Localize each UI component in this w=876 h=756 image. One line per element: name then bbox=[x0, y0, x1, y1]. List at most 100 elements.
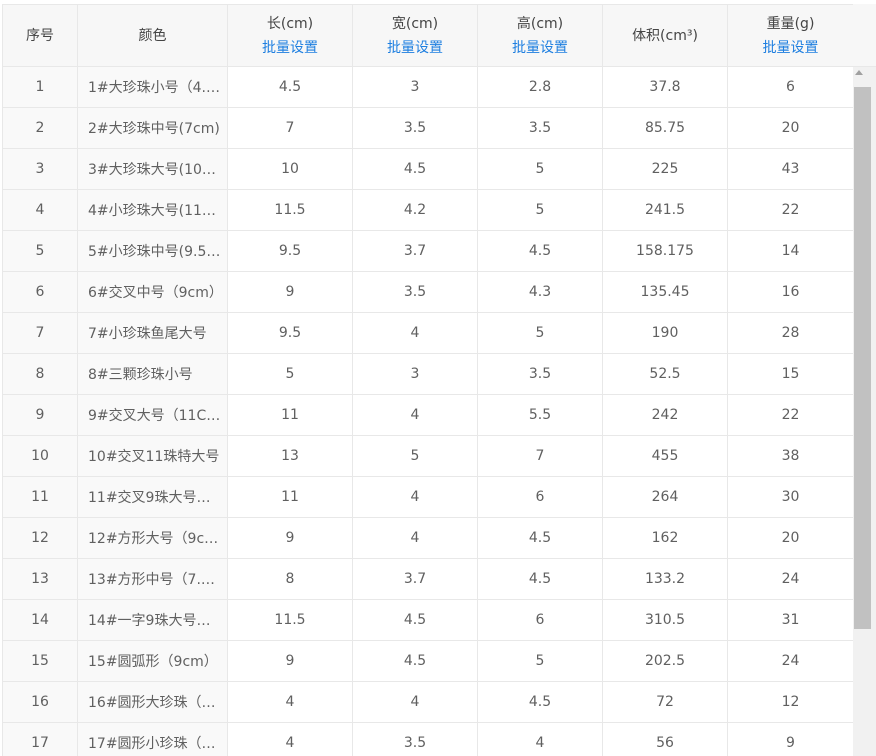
table-row: 1717#圆形小珍珠（4cm）43.54569 bbox=[2, 722, 854, 756]
header-height-label: 高(cm) bbox=[516, 15, 564, 32]
cell-length: 4.5 bbox=[227, 66, 353, 108]
cell-width: 4.2 bbox=[352, 189, 478, 231]
cell-length: 9 bbox=[227, 517, 353, 559]
cell-weight: 38 bbox=[727, 435, 854, 477]
table-row: 11#大珍珠小号（4.5cm）4.532.837.86 bbox=[2, 66, 854, 108]
cell-color: 8#三颗珍珠小号 bbox=[77, 353, 228, 395]
header-length: 长(cm) 批量设置 bbox=[227, 4, 353, 67]
cell-volume: 225 bbox=[602, 148, 728, 190]
cell-index: 9 bbox=[2, 394, 78, 436]
cell-weight: 22 bbox=[727, 394, 854, 436]
cell-height: 5 bbox=[477, 148, 603, 190]
cell-width: 3.7 bbox=[352, 230, 478, 272]
cell-index: 13 bbox=[2, 558, 78, 600]
cell-color: 9#交叉大号（11Cm） bbox=[77, 394, 228, 436]
cell-volume: 37.8 bbox=[602, 66, 728, 108]
cell-weight: 28 bbox=[727, 312, 854, 354]
cell-weight: 20 bbox=[727, 517, 854, 559]
cell-width: 4.5 bbox=[352, 148, 478, 190]
table-row: 7 7#小珍珠鱼尾大号 9.5 4 5 190 28 bbox=[2, 312, 854, 354]
length-batch-set-link[interactable]: 批量设置 bbox=[229, 36, 352, 60]
cell-height: 5.5 bbox=[477, 394, 603, 436]
header-index-label: 序号 bbox=[26, 27, 54, 44]
cell-width: 4.5 bbox=[352, 599, 478, 641]
scrollbar-header-corner bbox=[853, 4, 876, 67]
cell-color: 10#交叉11珠特大号 bbox=[77, 435, 228, 477]
cell-volume: 242 bbox=[602, 394, 728, 436]
cell-volume: 158.175 bbox=[602, 230, 728, 272]
cell-length: 11 bbox=[227, 476, 353, 518]
table-row: 1616#圆形大珍珠（4cm）444.57212 bbox=[2, 681, 854, 723]
table-row: 6 6#交叉中号（9cm） 9 3.5 4.3 135.45 16 bbox=[2, 271, 854, 313]
cell-weight: 12 bbox=[727, 681, 854, 723]
cell-color: 16#圆形大珍珠（4cm） bbox=[77, 681, 228, 723]
cell-height: 5 bbox=[477, 189, 603, 231]
cell-color: 1#大珍珠小号（4.5cm） bbox=[77, 66, 228, 108]
cell-height: 4.5 bbox=[477, 517, 603, 559]
cell-width: 4 bbox=[352, 312, 478, 354]
cell-index: 1 bbox=[2, 66, 78, 108]
cell-color: 3#大珍珠大号(10cm) bbox=[77, 148, 228, 190]
cell-height: 4.5 bbox=[477, 558, 603, 600]
table-row: 2 2#大珍珠中号(7cm) 7 3.5 3.5 85.75 20 bbox=[2, 107, 854, 149]
cell-color: 7#小珍珠鱼尾大号 bbox=[77, 312, 228, 354]
cell-height: 4.3 bbox=[477, 271, 603, 313]
table-row: 15 15#圆弧形（9cm） 9 4.5 5 202.5 24 bbox=[2, 640, 854, 682]
cell-volume: 56 bbox=[602, 722, 728, 756]
cell-index: 8 bbox=[2, 353, 78, 395]
scrollbar-thumb[interactable] bbox=[854, 87, 871, 629]
cell-color: 13#方形中号（7.5cm） bbox=[77, 558, 228, 600]
table-header-row: 序号 颜色 长(cm) 批量设置 宽(cm) 批量设置 高(cm) 批量设置 体… bbox=[2, 4, 854, 67]
weight-batch-set-link[interactable]: 批量设置 bbox=[729, 36, 853, 60]
header-color-label: 颜色 bbox=[138, 27, 167, 44]
cell-index: 3 bbox=[2, 148, 78, 190]
header-weight-label: 重量(g) bbox=[766, 15, 815, 32]
cell-weight: 22 bbox=[727, 189, 854, 231]
cell-weight: 31 bbox=[727, 599, 854, 641]
cell-weight: 15 bbox=[727, 353, 854, 395]
header-width: 宽(cm) 批量设置 bbox=[352, 4, 478, 67]
cell-width: 4.5 bbox=[352, 640, 478, 682]
cell-volume: 135.45 bbox=[602, 271, 728, 313]
cell-volume: 264 bbox=[602, 476, 728, 518]
cell-color: 5#小珍珠中号(9.5cm) bbox=[77, 230, 228, 272]
cell-weight: 43 bbox=[727, 148, 854, 190]
cell-length: 10 bbox=[227, 148, 353, 190]
cell-volume: 455 bbox=[602, 435, 728, 477]
cell-weight: 24 bbox=[727, 640, 854, 682]
cell-color: 4#小珍珠大号(11cm) bbox=[77, 189, 228, 231]
header-width-label: 宽(cm) bbox=[391, 15, 439, 32]
scroll-up-arrow-icon[interactable] bbox=[855, 70, 863, 75]
cell-index: 10 bbox=[2, 435, 78, 477]
cell-width: 3.7 bbox=[352, 558, 478, 600]
cell-color: 2#大珍珠中号(7cm) bbox=[77, 107, 228, 149]
cell-length: 11 bbox=[227, 394, 353, 436]
cell-length: 7 bbox=[227, 107, 353, 149]
cell-width: 4 bbox=[352, 476, 478, 518]
cell-height: 5 bbox=[477, 312, 603, 354]
cell-height: 7 bbox=[477, 435, 603, 477]
table-body: 11#大珍珠小号（4.5cm）4.532.837.8622#大珍珠中号(7cm)… bbox=[2, 66, 854, 756]
cell-length: 9 bbox=[227, 640, 353, 682]
cell-height: 4 bbox=[477, 722, 603, 756]
cell-weight: 24 bbox=[727, 558, 854, 600]
width-batch-set-link[interactable]: 批量设置 bbox=[354, 36, 477, 60]
cell-index: 4 bbox=[2, 189, 78, 231]
table-row: 1313#方形中号（7.5cm）83.74.5133.224 bbox=[2, 558, 854, 600]
cell-length: 9.5 bbox=[227, 312, 353, 354]
cell-weight: 9 bbox=[727, 722, 854, 756]
cell-index: 2 bbox=[2, 107, 78, 149]
table-row: 1414#一字9珠大号（11cm）11.54.56310.531 bbox=[2, 599, 854, 641]
cell-width: 4 bbox=[352, 394, 478, 436]
height-batch-set-link[interactable]: 批量设置 bbox=[479, 36, 602, 60]
cell-volume: 85.75 bbox=[602, 107, 728, 149]
cell-length: 8 bbox=[227, 558, 353, 600]
table-row: 10 10#交叉11珠特大号 13 5 7 455 38 bbox=[2, 435, 854, 477]
cell-width: 3.5 bbox=[352, 107, 478, 149]
header-length-label: 长(cm) bbox=[266, 15, 314, 32]
table-row: 12 12#方形大号（9cm） 9 4 4.5 162 20 bbox=[2, 517, 854, 559]
cell-weight: 20 bbox=[727, 107, 854, 149]
cell-index: 7 bbox=[2, 312, 78, 354]
cell-height: 4.5 bbox=[477, 681, 603, 723]
cell-width: 3.5 bbox=[352, 271, 478, 313]
